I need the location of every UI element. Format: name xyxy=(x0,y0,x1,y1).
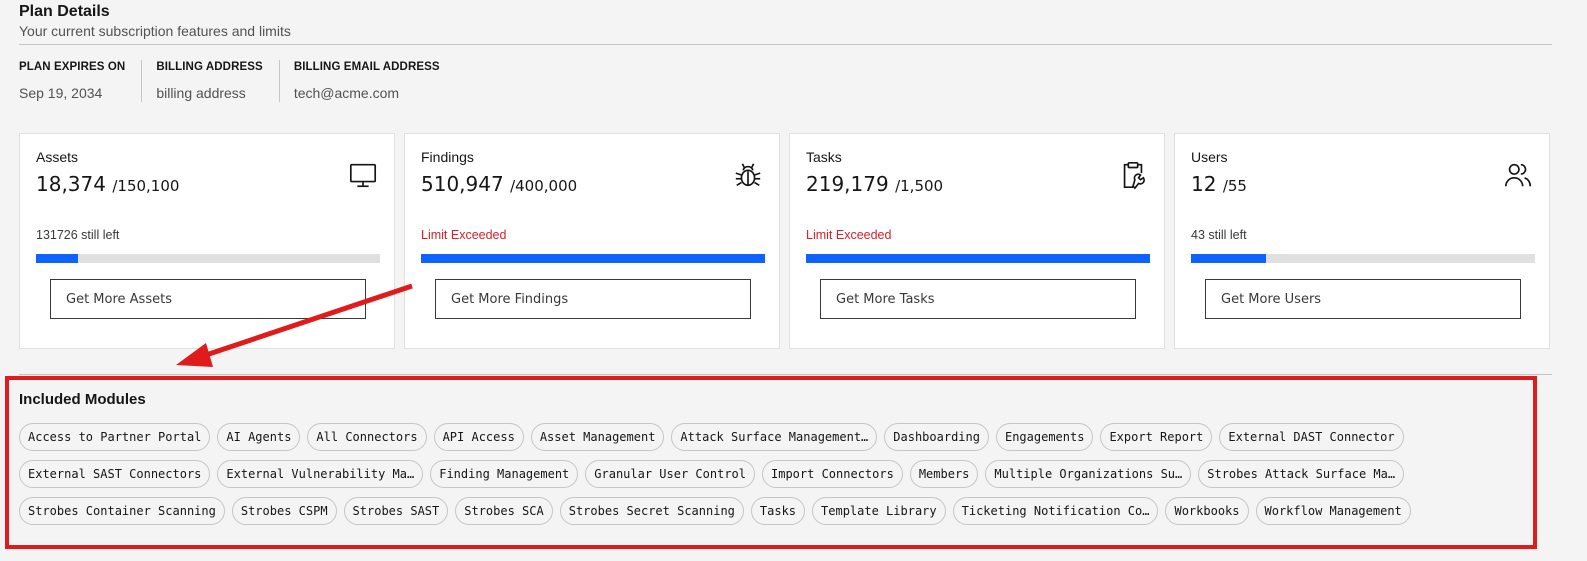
usage-progress-bar xyxy=(421,254,765,263)
card-limit: /150,100 xyxy=(112,177,180,195)
billing-email-value: tech@acme.com xyxy=(293,85,400,101)
page-subtitle: Your current subscription features and l… xyxy=(19,23,291,39)
module-tag: Attack Surface Management… xyxy=(671,423,878,451)
billing-email: BILLING EMAIL ADDRESS tech@acme.com xyxy=(294,60,456,102)
module-tag: Export Report xyxy=(1100,423,1213,451)
module-tag: External SAST Connectors xyxy=(19,460,211,488)
module-tag: Finding Management xyxy=(430,460,579,488)
card-count: 12 /55 xyxy=(1191,172,1247,196)
card-limit: /55 xyxy=(1222,177,1247,195)
module-tag: Access to Partner Portal xyxy=(19,423,211,451)
plan-expires-label: PLAN EXPIRES ON xyxy=(19,61,126,73)
card-limit: /400,000 xyxy=(510,177,578,195)
module-tag: External DAST Connector xyxy=(1219,423,1404,451)
modules-divider xyxy=(19,374,1552,375)
usage-progress-bar xyxy=(806,254,1150,263)
module-tag: Strobes Attack Surface Ma… xyxy=(1198,460,1405,488)
usage-progress-fill xyxy=(36,254,78,263)
users-card: Users 12 /55 43 still left Get More User… xyxy=(1174,133,1550,349)
card-status: Limit Exceeded xyxy=(806,228,892,242)
get-more-users-button[interactable]: Get More Users xyxy=(1205,279,1521,319)
page-title: Plan Details xyxy=(19,3,110,20)
module-tag: Import Connectors xyxy=(762,460,903,488)
card-name: Findings xyxy=(421,149,474,165)
clipboard-wrench-icon xyxy=(1123,161,1145,190)
card-name: Users xyxy=(1191,149,1228,165)
module-tag: Asset Management xyxy=(530,423,665,451)
assets-card: Assets 18,374 /150,100 131726 still left… xyxy=(19,133,395,349)
module-tag: Multiple Organizations Su… xyxy=(985,460,1192,488)
usage-progress-fill xyxy=(421,254,765,263)
get-more-tasks-button[interactable]: Get More Tasks xyxy=(820,279,1136,319)
module-tag: Strobes Secret Scanning xyxy=(559,497,744,525)
module-tag: All Connectors xyxy=(307,423,427,451)
card-limit: /1,500 xyxy=(895,177,944,195)
plan-details-header: Plan Details Your current subscription f… xyxy=(19,2,291,40)
findings-card: Findings 510,947 /400,000 Limit Exceeded… xyxy=(404,133,780,349)
module-tag: Tasks xyxy=(750,497,806,525)
usage-cards: Assets 18,374 /150,100 131726 still left… xyxy=(19,133,1550,349)
module-tag: Engagements xyxy=(995,423,1094,451)
billing-address-value: billing address xyxy=(156,85,246,101)
usage-progress-bar xyxy=(36,254,380,263)
module-tag: API Access xyxy=(433,423,524,451)
billing-address-label: BILLING ADDRESS xyxy=(156,61,263,73)
users-icon xyxy=(1504,163,1532,187)
module-tag: AI Agents xyxy=(217,423,301,451)
card-count: 510,947 /400,000 xyxy=(421,172,577,196)
module-tag: Template Library xyxy=(812,497,946,525)
card-used: 510,947 xyxy=(421,172,504,196)
plan-meta: PLAN EXPIRES ON Sep 19, 2034 BILLING ADD… xyxy=(19,60,470,102)
module-tag: Workflow Management xyxy=(1255,497,1411,525)
plan-expires: PLAN EXPIRES ON Sep 19, 2034 xyxy=(19,60,143,102)
module-tag: Strobes CSPM xyxy=(231,497,337,525)
module-tag: Dashboarding xyxy=(884,423,989,451)
module-tag: Workbooks xyxy=(1165,497,1249,525)
card-used: 18,374 xyxy=(36,172,106,196)
card-status: 131726 still left xyxy=(36,228,120,242)
card-used: 12 xyxy=(1191,172,1217,196)
usage-progress-fill xyxy=(806,254,1150,263)
module-tag: External Vulnerability Ma… xyxy=(217,460,424,488)
plan-expires-value: Sep 19, 2034 xyxy=(19,85,103,101)
monitor-icon xyxy=(349,163,377,188)
module-tag: Strobes SCA xyxy=(455,497,553,525)
module-tag: Members xyxy=(909,460,979,488)
card-status: Limit Exceeded xyxy=(421,228,507,242)
header-divider xyxy=(19,44,1552,45)
usage-progress-fill xyxy=(1191,254,1266,263)
tasks-card: Tasks 219,179 /1,500 Limit Exceeded Get … xyxy=(789,133,1165,349)
card-count: 219,179 /1,500 xyxy=(806,172,943,196)
card-status: 43 still left xyxy=(1191,228,1247,242)
get-more-assets-button[interactable]: Get More Assets xyxy=(50,279,366,319)
card-used: 219,179 xyxy=(806,172,889,196)
billing-email-label: BILLING EMAIL ADDRESS xyxy=(293,61,440,73)
card-name: Assets xyxy=(36,149,79,165)
included-modules-title: Included Modules xyxy=(19,391,146,408)
module-tag: Strobes SAST xyxy=(343,497,449,525)
module-tag: Granular User Control xyxy=(585,460,755,488)
billing-address: BILLING ADDRESS billing address xyxy=(156,60,280,102)
card-name: Tasks xyxy=(806,149,842,165)
bug-icon xyxy=(735,163,761,187)
module-tag: Ticketing Notification Co… xyxy=(952,497,1159,525)
get-more-findings-button[interactable]: Get More Findings xyxy=(435,279,751,319)
usage-progress-bar xyxy=(1191,254,1535,263)
card-count: 18,374 /150,100 xyxy=(36,172,179,196)
module-tag-list: Access to Partner Portal AI Agents All Con… xyxy=(19,423,1499,525)
module-tag: Strobes Container Scanning xyxy=(19,497,225,525)
